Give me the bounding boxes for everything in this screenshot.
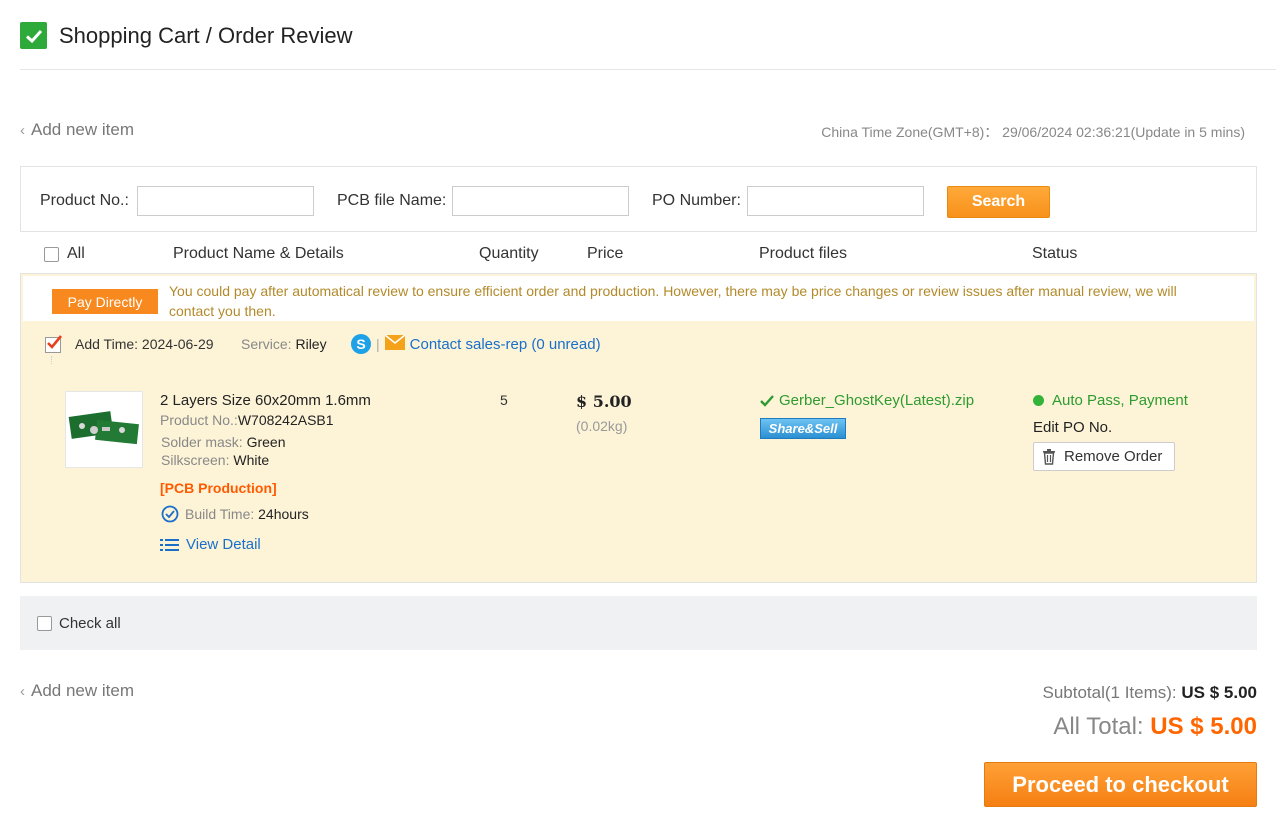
order-checkbox[interactable] (45, 335, 62, 353)
remove-order-button[interactable]: Remove Order (1033, 442, 1175, 471)
check-all-checkbox[interactable] (37, 615, 52, 631)
all-total: All Total: US $ 5.00 (1053, 713, 1257, 741)
status-text: Auto Pass, Payment (1052, 392, 1188, 409)
edit-po-link[interactable]: Edit PO No. (1033, 419, 1112, 436)
order-card: Pay Directly You could pay after automat… (20, 273, 1257, 583)
product-no-label: Product No.: (160, 412, 238, 428)
product-no: Product No.:W708242ASB1 (160, 412, 334, 428)
build-time-value: 24hours (258, 506, 309, 522)
product-no-label: Product No.: (40, 192, 129, 209)
list-icon (160, 538, 179, 552)
add-time-label: Add Time: (75, 336, 139, 352)
share-sell-button[interactable]: Share&Sell (760, 418, 846, 439)
check-all-bar: Check all (20, 596, 1257, 650)
separator: | (376, 336, 380, 352)
subtotal: Subtotal(1 Items): US $ 5.00 (1042, 683, 1257, 703)
view-detail-link[interactable]: View Detail (160, 536, 261, 553)
notice-row: Pay Directly You could pay after automat… (23, 276, 1254, 321)
product-no-value: W708242ASB1 (237, 412, 334, 428)
solder-mask-label: Solder mask: (161, 434, 243, 450)
solder-mask: Solder mask: Green (161, 434, 286, 450)
add-time: Add Time: 2024-06-29 (75, 336, 214, 352)
quantity-value: 5 (500, 392, 508, 408)
proceed-checkout-button[interactable]: Proceed to checkout (984, 762, 1257, 807)
add-new-item-link-top[interactable]: ‹ Add new item (20, 120, 134, 140)
header-divider (20, 69, 1276, 70)
timezone-text: China Time Zone(GMT+8)： 29/06/2024 02:36… (821, 124, 1245, 140)
gerber-file-link[interactable]: Gerber_GhostKey(Latest).zip (760, 392, 974, 409)
silkscreen-label: Silkscreen: (161, 452, 230, 468)
service-label: Service: (241, 336, 292, 352)
all-total-value: US $ 5.00 (1150, 713, 1257, 740)
status-dot-icon (1033, 395, 1044, 406)
page-header: Shopping Cart / Order Review (20, 22, 352, 49)
dotted-connector (51, 356, 52, 364)
product-thumbnail[interactable] (65, 391, 143, 468)
contact-sales-link[interactable]: Contact sales-rep (0 unread) (410, 336, 601, 353)
order-status: Auto Pass, Payment (1033, 392, 1188, 409)
add-time-value: 2024-06-29 (141, 336, 214, 352)
product-title: 2 Layers Size 60x20mm 1.6mm (160, 392, 371, 409)
column-price: Price (587, 245, 624, 262)
pay-directly-badge: Pay Directly (52, 289, 158, 314)
subtotal-value: US $ 5.00 (1181, 683, 1257, 702)
chevron-left-icon: ‹ (20, 121, 25, 139)
gerber-file-name: Gerber_GhostKey(Latest).zip (779, 392, 975, 409)
column-status: Status (1032, 245, 1078, 262)
weight-value: (0.02kg) (576, 418, 628, 434)
product-no-input[interactable] (137, 186, 314, 216)
pcb-file-input[interactable] (452, 186, 629, 216)
search-button[interactable]: Search (947, 186, 1050, 218)
contact-group: S | Contact sales-rep (0 unread) (351, 334, 601, 354)
price-value: $ 5.00 (576, 392, 632, 411)
po-number-label: PO Number: (652, 192, 741, 209)
build-time: Build Time: 24hours (160, 505, 309, 523)
clock-check-icon (160, 505, 180, 523)
chevron-left-icon: ‹ (20, 682, 25, 700)
skype-icon[interactable]: S (351, 334, 371, 354)
check-all-label: Check all (59, 614, 121, 632)
column-files: Product files (759, 245, 848, 262)
silkscreen: Silkscreen: White (161, 452, 269, 468)
remove-order-label: Remove Order (1064, 448, 1163, 465)
add-new-item-link-bottom[interactable]: ‹ Add new item (20, 681, 134, 701)
select-all-header[interactable]: All (44, 245, 85, 263)
pcb-file-label: PCB file Name: (337, 192, 447, 209)
build-time-label: Build Time: (185, 506, 255, 522)
view-detail-label: View Detail (186, 536, 261, 553)
all-label: All (67, 245, 85, 262)
all-total-label: All Total: (1053, 713, 1144, 740)
review-notice: You could pay after automatical review t… (169, 283, 1177, 319)
add-new-item-label: Add new item (31, 681, 134, 700)
trash-icon (1042, 448, 1056, 465)
check-icon (20, 22, 47, 49)
pcb-production-tag: [PCB Production] (160, 480, 277, 496)
service-name: Riley (295, 336, 327, 352)
column-product: Product Name & Details (173, 245, 344, 262)
mail-icon (384, 334, 406, 353)
column-quantity: Quantity (479, 245, 539, 262)
search-panel: Product No.: PCB file Name: PO Number: S… (20, 166, 1257, 232)
page-title: Shopping Cart / Order Review (59, 22, 353, 48)
service-info: Service: Riley (241, 336, 327, 352)
po-number-input[interactable] (747, 186, 924, 216)
solder-mask-value: Green (246, 434, 286, 450)
select-all-checkbox[interactable] (44, 246, 59, 262)
check-icon (760, 394, 774, 407)
add-new-item-label: Add new item (31, 120, 134, 139)
silkscreen-value: White (233, 452, 270, 468)
subtotal-label: Subtotal(1 Items): (1042, 683, 1177, 702)
